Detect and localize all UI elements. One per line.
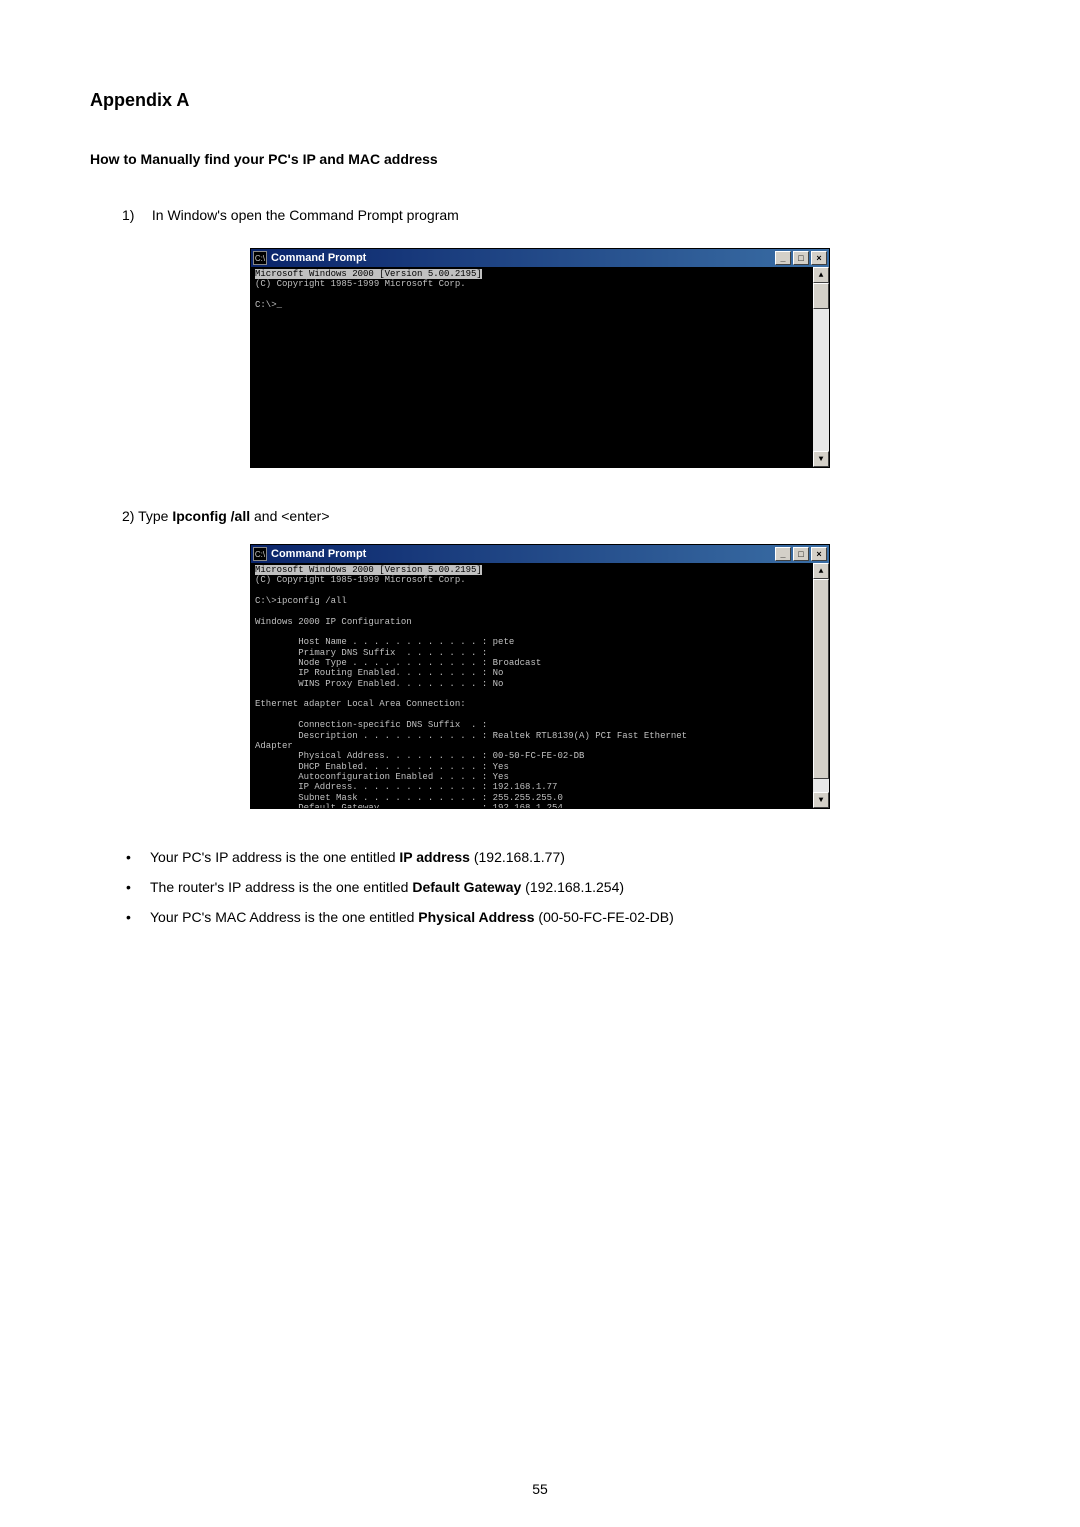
scrollbar[interactable]: ▲ ▼	[813, 267, 829, 467]
scroll-track[interactable]	[813, 779, 829, 792]
step-2-prefix: 2) Type	[122, 508, 172, 524]
step-1-num: 1)	[122, 207, 148, 223]
scroll-up-icon[interactable]: ▲	[813, 267, 829, 283]
cmd-icon: C:\	[253, 547, 267, 561]
scroll-thumb[interactable]	[813, 579, 829, 779]
cmd-icon: C:\	[253, 251, 267, 265]
scroll-track[interactable]	[813, 309, 829, 451]
minimize-button[interactable]: _	[775, 547, 791, 561]
bullet-list: Your PC's IP address is the one entitled…	[150, 849, 990, 925]
close-button[interactable]: ×	[811, 547, 827, 561]
bullet-ip-address: Your PC's IP address is the one entitled…	[150, 849, 990, 865]
bullet-physical-address: Your PC's MAC Address is the one entitle…	[150, 909, 990, 925]
maximize-button[interactable]: □	[793, 251, 809, 265]
close-button[interactable]: ×	[811, 251, 827, 265]
titlebar: C:\ Command Prompt _ □ ×	[251, 249, 829, 267]
command-prompt-window-2: C:\ Command Prompt _ □ × Microsoft Windo…	[250, 544, 830, 809]
terminal-output-1: Microsoft Windows 2000 [Version 5.00.219…	[251, 267, 813, 467]
scroll-thumb[interactable]	[813, 283, 829, 309]
scroll-up-icon[interactable]: ▲	[813, 563, 829, 579]
step-2-suffix: and <enter>	[250, 508, 329, 524]
step-2: 2) Type Ipconfig /all and <enter>	[122, 508, 990, 524]
bullet-default-gateway: The router's IP address is the one entit…	[150, 879, 990, 895]
scrollbar[interactable]: ▲ ▼	[813, 563, 829, 808]
window-title: Command Prompt	[271, 548, 773, 560]
scroll-down-icon[interactable]: ▼	[813, 451, 829, 467]
titlebar: C:\ Command Prompt _ □ ×	[251, 545, 829, 563]
scroll-down-icon[interactable]: ▼	[813, 792, 829, 808]
step-1-text: In Window's open the Command Prompt prog…	[152, 207, 459, 223]
step-2-cmd: Ipconfig /all	[172, 508, 250, 524]
terminal-output-2: Microsoft Windows 2000 [Version 5.00.219…	[251, 563, 813, 808]
maximize-button[interactable]: □	[793, 547, 809, 561]
section-subheading: How to Manually find your PC's IP and MA…	[90, 151, 990, 167]
command-prompt-window-1: C:\ Command Prompt _ □ × Microsoft Windo…	[250, 248, 830, 468]
appendix-heading: Appendix A	[90, 90, 990, 111]
minimize-button[interactable]: _	[775, 251, 791, 265]
window-title: Command Prompt	[271, 252, 773, 264]
page-number: 55	[0, 1481, 1080, 1497]
step-1: 1) In Window's open the Command Prompt p…	[122, 207, 990, 223]
